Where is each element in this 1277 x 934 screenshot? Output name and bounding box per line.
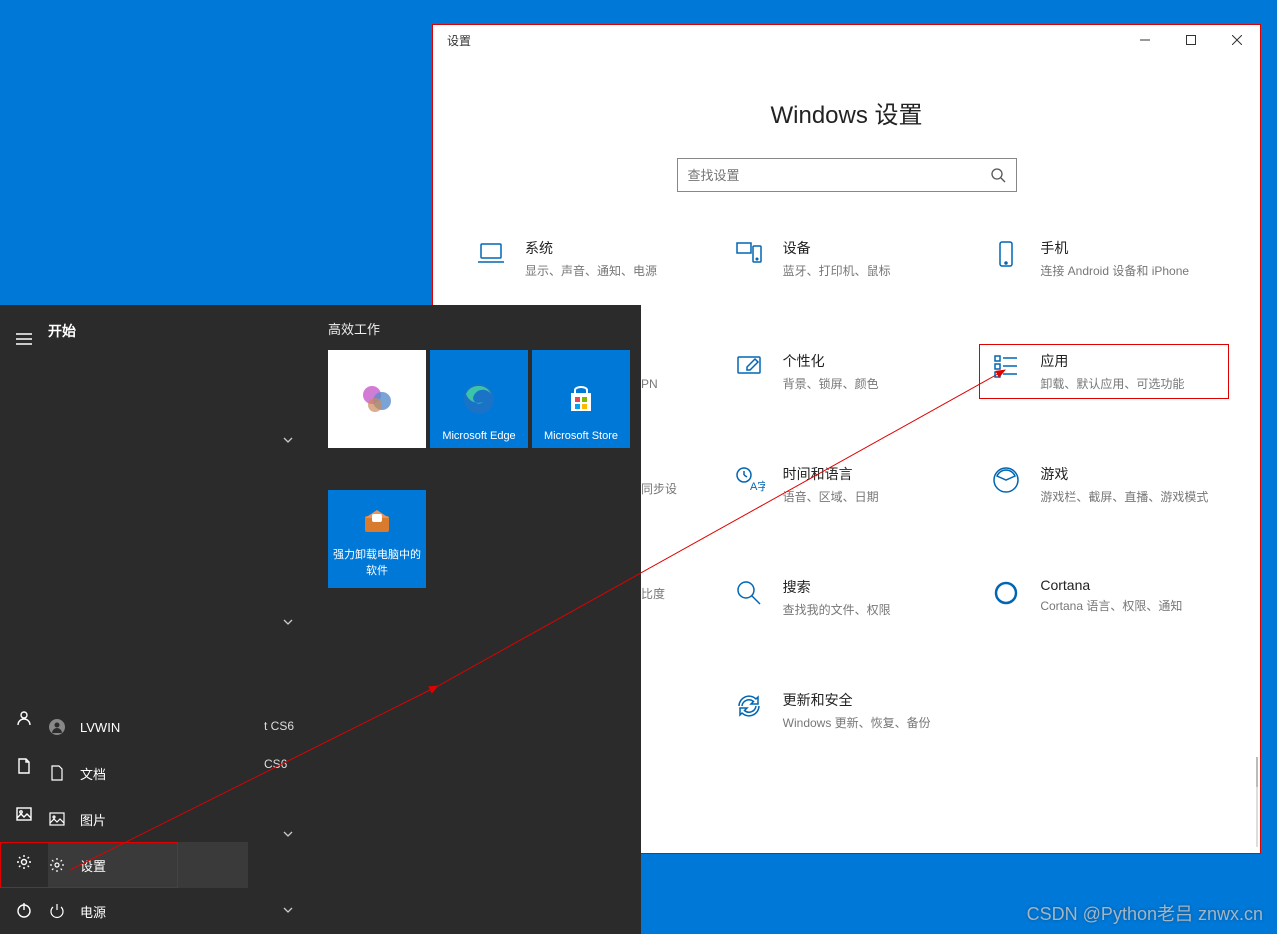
pictures-label: 图片 [80, 810, 106, 829]
user-item[interactable]: LVWIN [48, 704, 248, 750]
partial-text-contrast: 比度 [641, 585, 665, 602]
documents-label: 文档 [80, 764, 106, 783]
personalize-icon [733, 351, 765, 383]
start-left-pane: 开始 LVWIN 文档 图片 设置 电源 [48, 305, 248, 934]
category-gaming[interactable]: 游戏游戏栏、截屏、直播、游戏模式 [980, 458, 1228, 511]
app-cs6-text-2[interactable]: CS6 [264, 757, 287, 771]
category-time-language[interactable]: A字 时间和语言语音、区域、日期 [723, 458, 971, 511]
tile-edge-label: Microsoft Edge [436, 430, 522, 442]
laptop-icon [475, 238, 507, 270]
search-icon [990, 167, 1006, 183]
tile-uninstaller[interactable]: 强力卸载电脑中的软件 [328, 490, 426, 588]
edge-icon [459, 379, 499, 419]
svg-text:A字: A字 [750, 479, 765, 493]
partial-text-sync: 同步设 [641, 480, 677, 497]
start-tiles-pane: 高效工作 Microsoft Edge Microsoft Store 强力卸载… [328, 305, 641, 934]
category-personalization[interactable]: 个性化背景、锁屏、颜色 [723, 345, 971, 398]
watermark: CSDN @Python老吕 znwx.cn [1027, 900, 1263, 926]
power-rail-icon[interactable] [0, 886, 48, 934]
document-icon [48, 765, 66, 781]
settings-label: 设置 [80, 856, 106, 875]
settings-item[interactable]: 设置 [48, 842, 248, 888]
close-button[interactable] [1214, 25, 1260, 55]
search-category-icon [733, 577, 765, 609]
gear-icon [48, 857, 66, 873]
maximize-button[interactable] [1168, 25, 1214, 55]
category-system[interactable]: 系统显示、声音、通知、电源 [465, 232, 713, 285]
scrollbar[interactable] [1256, 757, 1258, 847]
picture-icon [48, 811, 66, 827]
hamburger-button[interactable] [0, 315, 48, 363]
window-title: 设置 [433, 32, 471, 49]
apps-icon [990, 351, 1022, 383]
chevron-down-icon[interactable] [248, 615, 328, 629]
store-icon [561, 379, 601, 419]
power-icon [48, 903, 66, 919]
start-menu: 开始 LVWIN 文档 图片 设置 电源 [0, 305, 641, 934]
power-item[interactable]: 电源 [48, 888, 248, 934]
pictures-rail-icon[interactable] [0, 790, 48, 838]
titlebar: 设置 [433, 25, 1260, 55]
partial-text-vpn: PN [641, 377, 658, 391]
tile-office[interactable] [328, 350, 426, 448]
category-search[interactable]: 搜索查找我的文件、权限 [723, 571, 971, 624]
update-icon [733, 690, 765, 722]
start-mid-pane: t CS6 CS6 [248, 305, 328, 934]
category-devices[interactable]: 设备蓝牙、打印机、鼠标 [723, 232, 971, 285]
search-box[interactable] [677, 158, 1017, 192]
category-phone[interactable]: 手机连接 Android 设备和 iPhone [980, 232, 1228, 285]
pictures-item[interactable]: 图片 [48, 796, 248, 842]
tile-group-title: 高效工作 [328, 319, 641, 338]
settings-rail-icon[interactable] [0, 838, 48, 886]
user-label: LVWIN [80, 720, 120, 735]
side-rail [0, 305, 48, 934]
devices-icon [733, 238, 765, 270]
uninstaller-icon [357, 500, 397, 540]
start-title: 开始 [48, 317, 248, 357]
tile-uninstaller-label: 强力卸载电脑中的软件 [332, 546, 422, 578]
user-rail-icon[interactable] [0, 694, 48, 742]
category-apps[interactable]: 应用卸载、默认应用、可选功能 [980, 345, 1228, 398]
user-icon [48, 719, 66, 735]
category-update-security[interactable]: 更新和安全Windows 更新、恢复、备份 [723, 684, 971, 737]
minimize-button[interactable] [1122, 25, 1168, 55]
tile-edge[interactable]: Microsoft Edge [430, 350, 528, 448]
chevron-down-icon[interactable] [248, 433, 328, 447]
chevron-down-icon[interactable] [248, 827, 328, 841]
cortana-icon [990, 577, 1022, 609]
phone-icon [990, 238, 1022, 270]
documents-rail-icon[interactable] [0, 742, 48, 790]
chevron-down-icon[interactable] [248, 903, 328, 917]
app-cs6-text[interactable]: t CS6 [264, 719, 294, 733]
settings-heading: Windows 设置 [433, 95, 1260, 130]
search-input[interactable] [688, 168, 990, 183]
documents-item[interactable]: 文档 [48, 750, 248, 796]
power-label: 电源 [80, 902, 106, 921]
office-icon [357, 379, 397, 419]
category-cortana[interactable]: CortanaCortana 语言、权限、通知 [980, 571, 1228, 624]
tile-store[interactable]: Microsoft Store [532, 350, 630, 448]
time-language-icon: A字 [733, 464, 765, 496]
tile-store-label: Microsoft Store [538, 430, 624, 442]
gaming-icon [990, 464, 1022, 496]
